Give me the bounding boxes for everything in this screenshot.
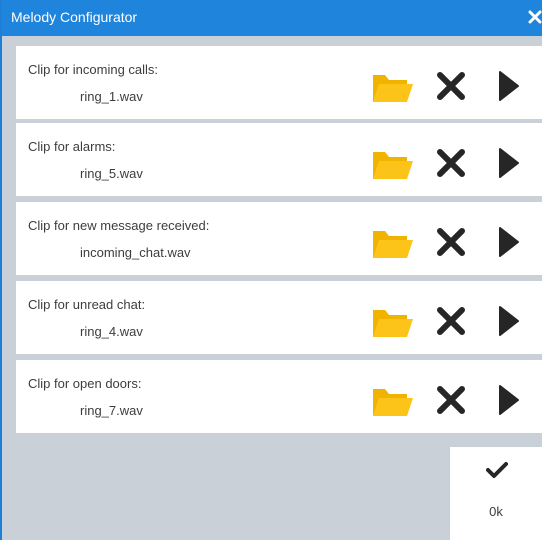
play-button[interactable] xyxy=(498,226,520,258)
remove-button[interactable] xyxy=(436,227,466,257)
clip-row-open-doors: Clip for open doors: ring_7.wav xyxy=(16,360,542,433)
folder-icon xyxy=(373,310,413,337)
x-icon xyxy=(437,149,465,177)
play-icon xyxy=(499,385,519,415)
browse-button[interactable] xyxy=(372,226,414,260)
clip-row-alarms: Clip for alarms: ring_5.wav xyxy=(16,123,542,196)
clip-file-name: ring_5.wav xyxy=(80,166,143,181)
clip-list: Clip for incoming calls: ring_1.wav Clip… xyxy=(2,36,542,540)
ok-label: 0k xyxy=(489,504,503,519)
x-icon xyxy=(437,307,465,335)
clip-label: Clip for new message received: xyxy=(28,218,210,233)
folder-icon xyxy=(373,231,413,258)
folder-icon xyxy=(373,152,413,179)
browse-button[interactable] xyxy=(372,384,414,418)
folder-icon xyxy=(373,75,413,102)
clip-label: Clip for incoming calls: xyxy=(28,62,159,77)
play-icon xyxy=(499,306,519,336)
play-button[interactable] xyxy=(498,70,520,102)
window-title: Melody Configurator xyxy=(11,9,138,25)
clip-label: Clip for alarms: xyxy=(28,139,116,154)
remove-button[interactable] xyxy=(436,306,466,336)
play-icon xyxy=(499,71,519,101)
remove-button[interactable] xyxy=(436,385,466,415)
clip-label: Clip for open doors: xyxy=(28,376,142,391)
remove-button[interactable] xyxy=(436,71,466,101)
browse-button[interactable] xyxy=(372,305,414,339)
play-button[interactable] xyxy=(498,147,520,179)
remove-button[interactable] xyxy=(436,148,466,178)
play-icon xyxy=(499,148,519,178)
x-icon xyxy=(437,72,465,100)
x-icon xyxy=(437,228,465,256)
browse-button[interactable] xyxy=(372,70,414,104)
folder-icon xyxy=(373,389,413,416)
clip-row-unread-chat: Clip for unread chat: ring_4.wav xyxy=(16,281,542,354)
clip-row-new-message: Clip for new message received: incoming_… xyxy=(16,202,542,275)
ok-button[interactable]: 0k xyxy=(450,447,542,540)
play-button[interactable] xyxy=(498,305,520,337)
clip-file-name: ring_1.wav xyxy=(80,89,143,104)
play-button[interactable] xyxy=(498,384,520,416)
play-icon xyxy=(499,227,519,257)
clip-label: Clip for unread chat: xyxy=(28,297,146,312)
browse-button[interactable] xyxy=(372,147,414,181)
close-icon xyxy=(528,10,542,24)
clip-file-name: ring_4.wav xyxy=(80,324,143,339)
checkmark-icon xyxy=(486,461,508,479)
melody-configurator-window: Melody Configurator Clip for incoming ca… xyxy=(0,0,542,540)
clip-file-name: ring_7.wav xyxy=(80,403,143,418)
title-bar: Melody Configurator xyxy=(2,0,542,36)
x-icon xyxy=(437,386,465,414)
close-button[interactable] xyxy=(528,9,542,25)
clip-row-incoming-calls: Clip for incoming calls: ring_1.wav xyxy=(16,46,542,119)
clip-file-name: incoming_chat.wav xyxy=(80,245,191,260)
